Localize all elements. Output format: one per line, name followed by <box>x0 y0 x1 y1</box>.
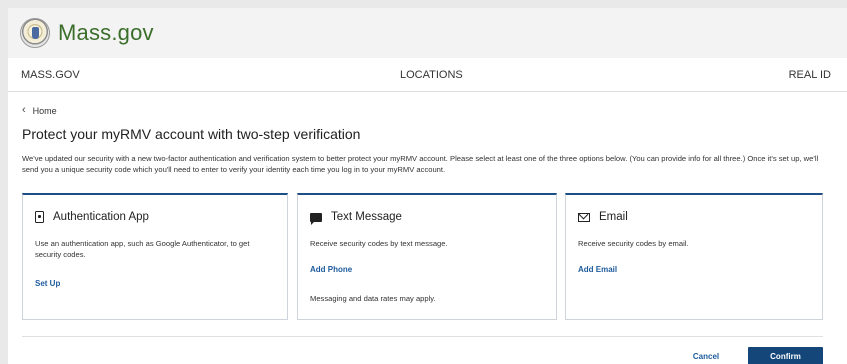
set-up-link[interactable]: Set Up <box>35 279 60 288</box>
page-title: Protect your myRMV account with two-step… <box>22 126 361 142</box>
card-note: Messaging and data rates may apply. <box>310 294 436 303</box>
nav-item-real-id[interactable]: REAL ID <box>789 69 831 81</box>
nav-item-locations[interactable]: LOCATIONS <box>400 69 463 81</box>
breadcrumb-home-link[interactable]: ‹ Home <box>22 105 57 116</box>
card-title: Authentication App <box>53 211 149 223</box>
card-email: Email Receive security codes by email. A… <box>565 193 823 320</box>
card-title: Text Message <box>331 211 402 223</box>
footer-divider <box>22 336 823 337</box>
card-authentication-app: Authentication App Use an authentication… <box>22 193 288 320</box>
breadcrumb-label: Home <box>32 105 57 116</box>
nav-item-massgov[interactable]: MASS.GOV <box>21 69 80 81</box>
card-title: Email <box>599 211 628 223</box>
intro-text: We've updated our security with a new tw… <box>22 154 819 174</box>
phone-icon <box>35 211 44 223</box>
brand-logo-text[interactable]: Mass.gov <box>58 20 154 46</box>
card-text-message: Text Message Receive security codes by t… <box>297 193 557 320</box>
confirm-button[interactable]: Confirm <box>748 347 823 364</box>
card-header: Text Message <box>310 211 402 225</box>
card-header: Email <box>578 211 628 223</box>
add-phone-link[interactable]: Add Phone <box>310 265 352 274</box>
card-header: Authentication App <box>35 211 149 223</box>
massachusetts-seal-icon[interactable] <box>20 18 50 48</box>
main-nav: MASS.GOV LOCATIONS REAL ID <box>8 58 847 92</box>
add-email-link[interactable]: Add Email <box>578 265 617 274</box>
logo-bar: Mass.gov <box>8 8 847 58</box>
card-description: Receive security codes by email. <box>578 239 689 248</box>
mail-icon <box>578 212 590 222</box>
card-description: Receive security codes by text message. <box>310 239 448 248</box>
cancel-button[interactable]: Cancel <box>675 347 737 364</box>
page: Mass.gov MASS.GOV LOCATIONS REAL ID ‹ Ho… <box>8 8 847 364</box>
card-description: Use an authentication app, such as Googl… <box>35 239 250 259</box>
chevron-left-icon: ‹ <box>22 104 26 116</box>
chat-icon <box>310 212 322 225</box>
